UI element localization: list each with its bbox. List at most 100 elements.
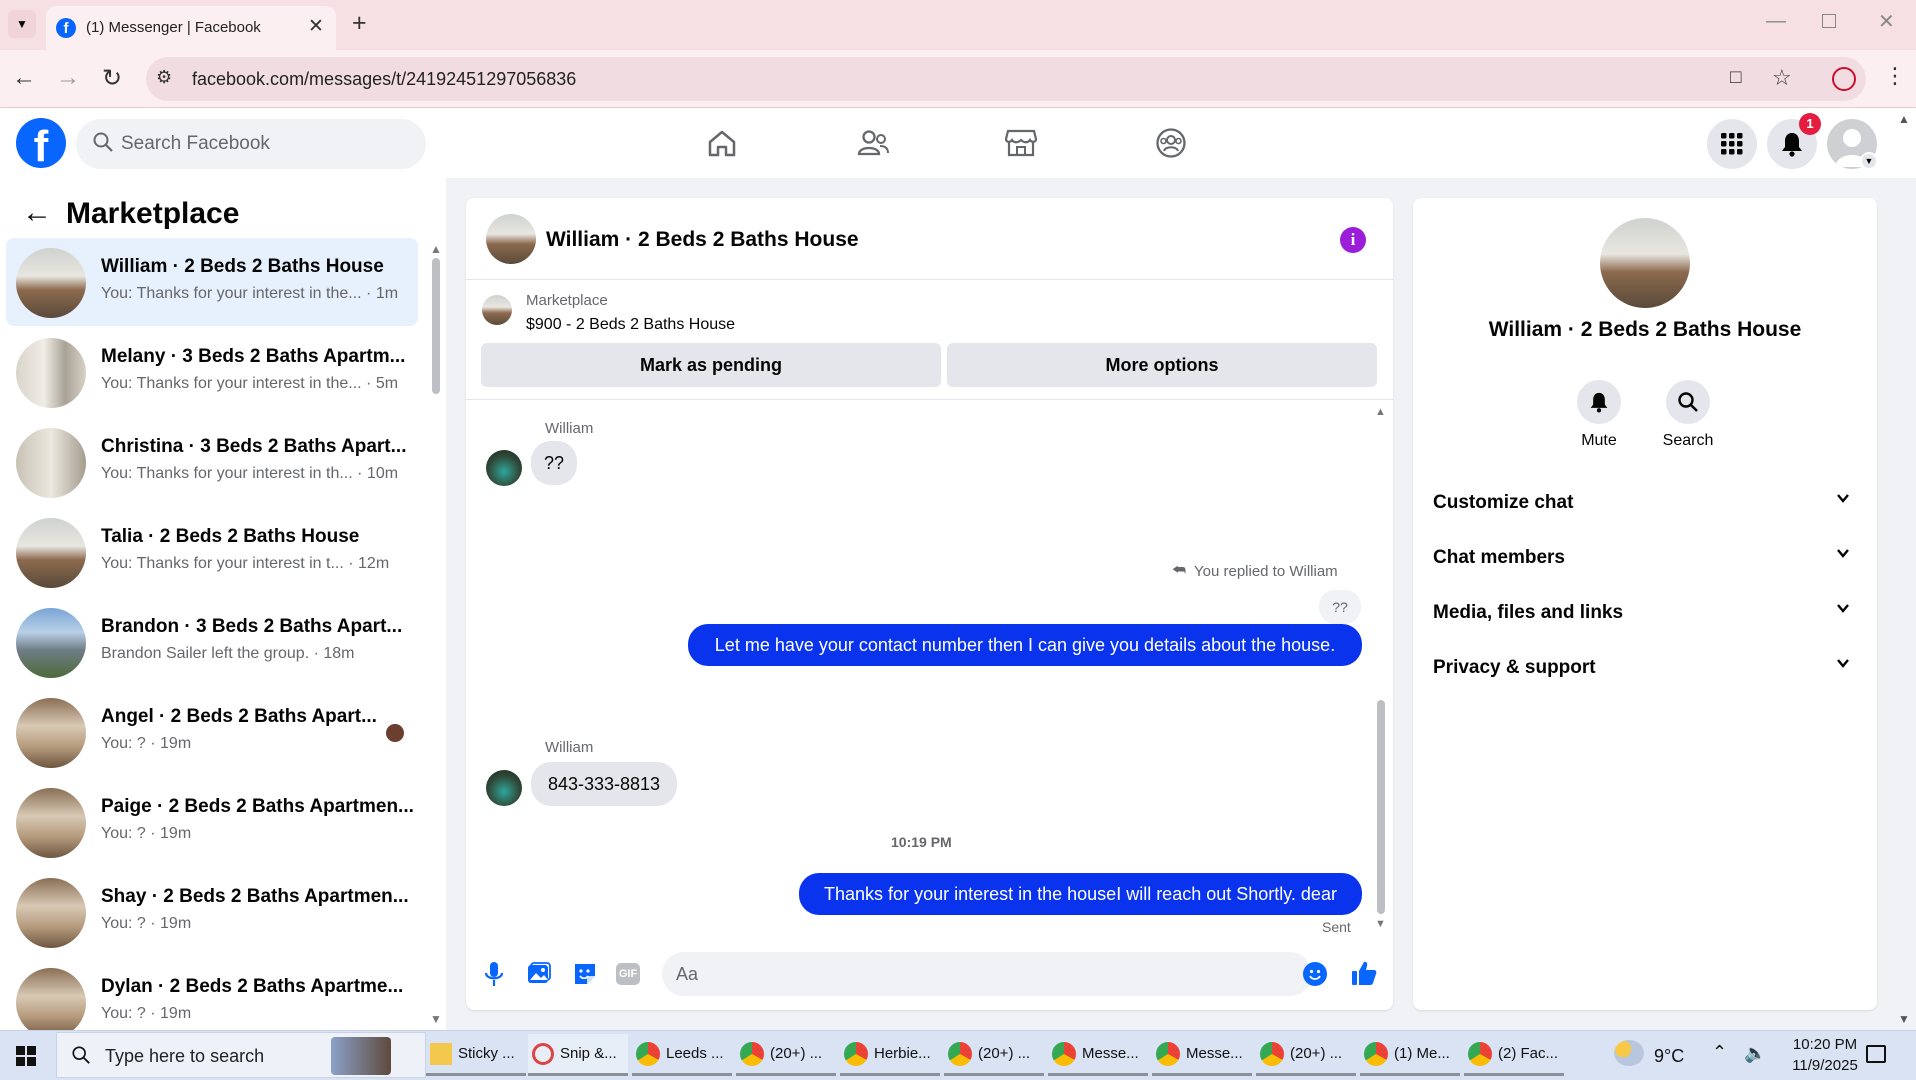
- conversation-item[interactable]: Shay · 2 Beds 2 Baths Apartmen... You: ?…: [6, 868, 418, 956]
- account-chevron-icon[interactable]: ▼: [1860, 152, 1878, 170]
- conversation-list[interactable]: William · 2 Beds 2 Baths House You: Than…: [0, 238, 430, 1030]
- taskbar-app-chrome[interactable]: (2) Fac...: [1464, 1034, 1564, 1076]
- close-tab-icon[interactable]: ✕: [308, 15, 324, 38]
- chat-scroll-up-icon[interactable]: ▲: [1375, 406, 1386, 418]
- mute-label-text: Mute: [1581, 432, 1617, 449]
- reload-icon[interactable]: ↻: [102, 64, 122, 93]
- site-info-icon[interactable]: ⚙: [156, 67, 172, 88]
- taskbar-app-chrome[interactable]: (1) Me...: [1360, 1034, 1460, 1076]
- conversation-item[interactable]: Paige · 2 Beds 2 Baths Apartmen... You: …: [6, 778, 418, 866]
- photo-icon[interactable]: [526, 961, 552, 992]
- taskbar-app-chrome[interactable]: Herbie...: [840, 1034, 940, 1076]
- close-window-icon[interactable]: ✕: [1878, 9, 1895, 34]
- outgoing-message[interactable]: Thanks for your interest in the houseI w…: [799, 873, 1362, 915]
- back-arrow-icon[interactable]: ←: [22, 196, 52, 230]
- browser-menu-icon[interactable]: ⋮: [1884, 63, 1906, 89]
- restore-window-icon[interactable]: [1822, 14, 1836, 28]
- facebook-logo-icon[interactable]: f: [16, 118, 66, 171]
- conversation-item[interactable]: Christina · 3 Beds 2 Baths Apart... You:…: [6, 418, 418, 506]
- taskbar-app-snip[interactable]: Snip &...: [528, 1034, 628, 1076]
- sticker-icon[interactable]: [572, 961, 598, 992]
- sender-avatar[interactable]: [486, 770, 522, 806]
- speaker-icon[interactable]: 🔈: [1744, 1043, 1766, 1064]
- system-clock[interactable]: 10:20 PM 11/9/2025: [1770, 1034, 1880, 1078]
- quoted-message[interactable]: ??: [1319, 590, 1361, 624]
- windows-start-icon[interactable]: [16, 1046, 36, 1071]
- conversation-item[interactable]: Talia · 2 Beds 2 Baths House You: Thanks…: [6, 508, 418, 596]
- browser-tab[interactable]: f (1) Messenger | Facebook ✕: [46, 6, 336, 50]
- conversation-info-icon[interactable]: i: [1340, 227, 1366, 253]
- search-conversation-button[interactable]: [1666, 380, 1710, 424]
- search-icon: [1678, 392, 1698, 412]
- incoming-message[interactable]: 843-333-8813: [531, 762, 677, 806]
- chat-scroll-down-icon[interactable]: ▼: [1375, 918, 1386, 930]
- forward-icon[interactable]: →: [56, 64, 80, 92]
- page-scroll-down-icon[interactable]: ▼: [1898, 1012, 1910, 1026]
- mute-button[interactable]: [1577, 380, 1621, 424]
- mark-as-pending-button[interactable]: Mark as pending: [481, 343, 941, 387]
- info-title[interactable]: William · 2 Beds 2 Baths House: [1413, 318, 1877, 342]
- chat-scrollbar[interactable]: [1377, 700, 1385, 914]
- message-text: 843-333-8813: [547, 774, 661, 794]
- outgoing-message[interactable]: Let me have your contact number then I c…: [688, 624, 1362, 666]
- weather-widget[interactable]: 9°C: [1610, 1038, 1700, 1074]
- conversation-item[interactable]: Melany · 3 Beds 2 Baths Apartm... You: T…: [6, 328, 418, 416]
- taskbar-app-chrome[interactable]: Messe...: [1048, 1034, 1148, 1076]
- taskbar-app-chrome[interactable]: Messe...: [1152, 1034, 1252, 1076]
- chrome-icon: [1052, 1041, 1076, 1066]
- profile-icon[interactable]: [1832, 67, 1856, 91]
- listing-detail[interactable]: $900 - 2 Beds 2 Baths House: [526, 316, 735, 334]
- thumbs-up-icon[interactable]: [1350, 959, 1378, 992]
- taskbar-app-chrome[interactable]: (20+) ...: [944, 1034, 1044, 1076]
- info-avatar[interactable]: [1600, 218, 1690, 308]
- page-scroll-up-icon[interactable]: ▲: [1898, 112, 1910, 126]
- facebook-search-input[interactable]: Search Facebook: [76, 119, 426, 169]
- listing-divider: [466, 399, 1393, 400]
- conversation-item[interactable]: William · 2 Beds 2 Baths House You: Than…: [6, 238, 418, 326]
- back-icon[interactable]: ←: [12, 64, 36, 92]
- message-text: ??: [543, 453, 565, 473]
- scroll-up-arrow-icon[interactable]: ▲: [430, 242, 442, 256]
- taskbar-search-box[interactable]: Type here to search: [56, 1032, 426, 1078]
- chat-avatar[interactable]: [486, 214, 536, 264]
- marketplace-nav-icon[interactable]: [1004, 127, 1038, 164]
- address-bar[interactable]: ⚙ facebook.com/messages/t/24192451297056…: [146, 57, 1866, 101]
- bookmark-star-icon[interactable]: ☆: [1772, 65, 1792, 91]
- groups-nav-icon[interactable]: [1155, 127, 1187, 164]
- sender-avatar[interactable]: [486, 450, 522, 486]
- scroll-down-arrow-icon[interactable]: ▼: [430, 1012, 442, 1026]
- taskbar-app-chrome[interactable]: (20+) ...: [736, 1034, 836, 1076]
- media-files-links-section[interactable]: Media, files and links: [1433, 592, 1857, 632]
- gif-icon[interactable]: GIF: [616, 963, 640, 985]
- customize-chat-section[interactable]: Customize chat: [1433, 482, 1857, 522]
- taskbar-app-chrome[interactable]: (20+) ...: [1256, 1034, 1356, 1076]
- chat-members-section[interactable]: Chat members: [1433, 537, 1857, 577]
- conversation-item[interactable]: Brandon · 3 Beds 2 Baths Apart... Brando…: [6, 598, 418, 686]
- incoming-message[interactable]: ??: [531, 441, 577, 485]
- conversation-list-scrollbar[interactable]: [432, 258, 440, 394]
- chevron-down-icon: [1835, 655, 1851, 677]
- notifications-center-icon[interactable]: [1866, 1045, 1886, 1063]
- tab-search-button[interactable]: ▼: [8, 10, 36, 38]
- install-app-icon[interactable]: □: [1730, 67, 1741, 89]
- conversation-item[interactable]: Angel · 2 Beds 2 Baths Apart... You: ? ·…: [6, 688, 418, 776]
- search-icon: [92, 131, 114, 158]
- home-nav-icon[interactable]: [706, 127, 738, 164]
- minimize-window-icon[interactable]: —: [1766, 10, 1786, 33]
- microphone-icon[interactable]: [482, 960, 506, 993]
- message-input[interactable]: Aa: [662, 952, 1327, 996]
- privacy-support-section[interactable]: Privacy & support: [1433, 647, 1857, 687]
- taskbar-app-chrome[interactable]: Leeds ...: [632, 1034, 732, 1076]
- listing-thumbnail-small[interactable]: [482, 295, 512, 325]
- url-text[interactable]: facebook.com/messages/t/2419245129705683…: [192, 69, 576, 90]
- new-tab-button[interactable]: +: [352, 9, 367, 38]
- chat-title[interactable]: William · 2 Beds 2 Baths House: [546, 228, 859, 252]
- more-options-button[interactable]: More options: [947, 343, 1377, 387]
- tray-chevron-up-icon[interactable]: ⌃: [1712, 1042, 1727, 1063]
- menu-grid-button[interactable]: [1707, 119, 1757, 169]
- friends-nav-icon[interactable]: [856, 127, 890, 164]
- conversation-item[interactable]: Dylan · 2 Beds 2 Baths Apartme... You: ?…: [6, 958, 418, 1030]
- emoji-icon[interactable]: [1303, 962, 1327, 986]
- taskbar-app-sticky-notes[interactable]: Sticky ...: [426, 1034, 526, 1076]
- message-text: Thanks for your interest in the houseI w…: [824, 884, 1337, 904]
